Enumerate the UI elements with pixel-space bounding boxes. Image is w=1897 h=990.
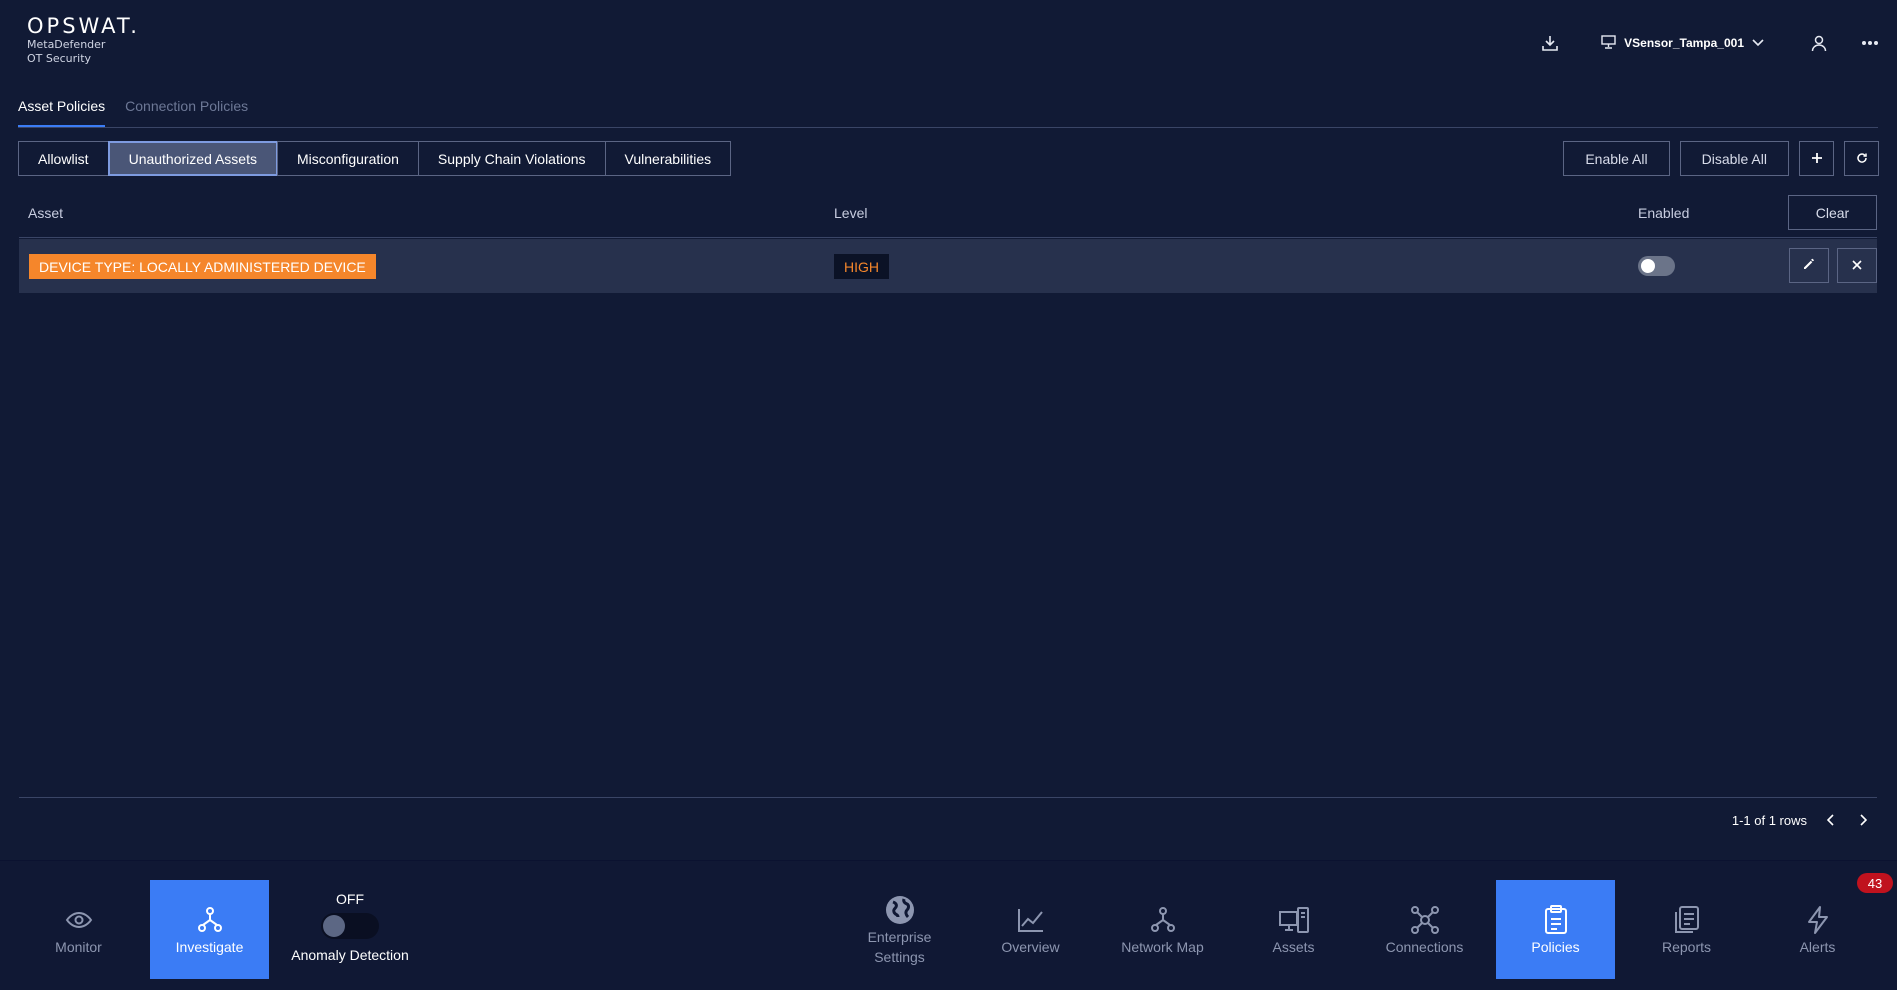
user-icon[interactable] [1804, 28, 1834, 58]
delete-button[interactable] [1837, 248, 1877, 283]
policy-type-filter: Allowlist Unauthorized Assets Misconfigu… [18, 141, 732, 176]
filter-misconfiguration-button[interactable]: Misconfiguration [276, 141, 419, 176]
filter-vulnerabilities-button[interactable]: Vulnerabilities [604, 141, 732, 176]
alerts-count-badge: 43 [1857, 873, 1893, 893]
nav-alerts-label: Alerts [1799, 938, 1836, 955]
close-icon [1852, 258, 1862, 273]
nav-monitor-label: Monitor [55, 938, 102, 955]
clipboard-icon [1544, 904, 1568, 935]
refresh-icon [1856, 151, 1868, 167]
lightning-icon [1806, 905, 1830, 935]
pencil-icon [1803, 258, 1815, 273]
column-level: Level [834, 205, 868, 221]
anomaly-detection-toggle[interactable] [321, 913, 379, 939]
bottom-navigation: Monitor Investigate OFF Anomaly Detectio… [0, 860, 1897, 990]
filter-allowlist-button[interactable]: Allowlist [18, 141, 109, 176]
chevron-right-icon[interactable] [1855, 812, 1871, 828]
logo: OPSWAT. MetaDefender OT Security [27, 14, 140, 66]
nav-network-map-label: Network Map [1121, 938, 1204, 955]
network-icon [196, 905, 224, 935]
nav-policies[interactable]: Policies [1496, 880, 1615, 979]
nav-reports[interactable]: Reports [1627, 880, 1746, 979]
more-icon[interactable] [1855, 28, 1885, 58]
table-footer-divider [19, 797, 1877, 798]
chevron-left-icon[interactable] [1823, 812, 1839, 828]
nav-investigate-label: Investigate [175, 938, 244, 955]
logo-wordmark: OPSWAT. [27, 14, 140, 38]
line-chart-icon [1017, 905, 1045, 935]
nav-reports-label: Reports [1661, 938, 1712, 955]
devices-icon [1278, 905, 1310, 935]
column-enabled: Enabled [1638, 205, 1690, 221]
nav-enterprise-label-1: Enterprise [867, 928, 932, 945]
download-icon[interactable] [1535, 28, 1565, 58]
anomaly-label: Anomaly Detection [291, 947, 409, 963]
anomaly-detection: OFF Anomaly Detection [280, 891, 420, 963]
nav-assets-label: Assets [1272, 938, 1315, 955]
tab-asset-policies[interactable]: Asset Policies [18, 96, 106, 127]
connections-icon [1410, 905, 1440, 935]
add-policy-button[interactable] [1799, 141, 1834, 176]
tab-connection-policies[interactable]: Connection Policies [125, 96, 248, 127]
monitor-icon [1601, 34, 1616, 52]
enabled-toggle[interactable] [1638, 256, 1675, 276]
clear-button[interactable]: Clear [1788, 195, 1877, 230]
product-name-line2: OT Security [27, 52, 92, 65]
nav-alerts[interactable]: Alerts [1758, 880, 1877, 979]
edit-button[interactable] [1789, 248, 1829, 283]
nav-connections[interactable]: Connections [1365, 880, 1484, 979]
disable-all-button[interactable]: Disable All [1679, 141, 1789, 176]
table-row: DEVICE TYPE: LOCALLY ADMINISTERED DEVICE… [19, 239, 1877, 293]
nav-policies-label: Policies [1531, 938, 1580, 955]
eye-icon [65, 905, 93, 935]
table-header: Asset Level Enabled Clear [19, 195, 1877, 238]
product-name-line1: MetaDefender [27, 38, 106, 51]
anomaly-state: OFF [336, 891, 364, 907]
nav-connections-label: Connections [1385, 938, 1464, 955]
filter-supply-chain-button[interactable]: Supply Chain Violations [417, 141, 606, 176]
bulk-actions: Enable All Disable All [1563, 141, 1879, 176]
policy-tabs: Asset Policies Connection Policies [18, 96, 1878, 128]
app-header: OPSWAT. MetaDefender OT Security VSensor… [0, 0, 1897, 86]
pagination: 1-1 of 1 rows [1732, 812, 1871, 828]
sensor-selector[interactable]: VSensor_Tampa_001 [1601, 34, 1764, 52]
nav-investigate[interactable]: Investigate [150, 880, 269, 979]
nav-enterprise-settings[interactable]: Enterprise Settings [840, 880, 959, 979]
nav-assets[interactable]: Assets [1234, 880, 1353, 979]
reports-icon [1674, 905, 1700, 935]
pagination-text: 1-1 of 1 rows [1731, 812, 1807, 828]
enable-all-button[interactable]: Enable All [1563, 141, 1670, 176]
nav-enterprise-label-2: Settings [874, 948, 925, 965]
nav-network-map[interactable]: Network Map [1103, 880, 1222, 979]
network-map-icon [1149, 905, 1177, 935]
asset-tag: DEVICE TYPE: LOCALLY ADMINISTERED DEVICE [29, 254, 376, 279]
column-asset: Asset [28, 205, 64, 221]
nav-overview[interactable]: Overview [971, 880, 1090, 979]
plus-icon [1811, 151, 1823, 167]
sensor-name: VSensor_Tampa_001 [1624, 36, 1744, 50]
chevron-down-icon [1752, 36, 1764, 50]
refresh-button[interactable] [1844, 141, 1879, 176]
level-badge: HIGH [834, 254, 889, 279]
nav-overview-label: Overview [1001, 938, 1060, 955]
filter-unauthorized-assets-button[interactable]: Unauthorized Assets [107, 141, 278, 176]
nav-monitor[interactable]: Monitor [19, 880, 138, 979]
globe-icon [884, 895, 916, 925]
